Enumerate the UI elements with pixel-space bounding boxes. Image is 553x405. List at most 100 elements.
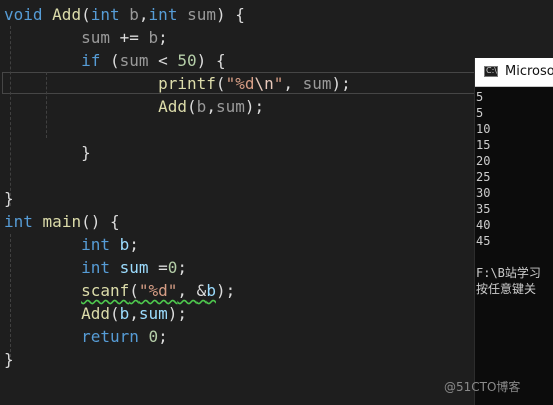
code-line[interactable]: printf("%d\n", sum);	[4, 72, 351, 95]
code-token: <	[148, 51, 178, 70]
console-output-line: 按任意键关	[476, 282, 537, 296]
code-token: int	[148, 5, 178, 24]
code-token: );	[215, 281, 236, 300]
code-token: );	[244, 97, 265, 116]
code-line[interactable]: if (sum < 50) {	[4, 49, 226, 72]
code-token: +=	[109, 28, 149, 47]
console-output: 5 5 10 15 20 25 30 35 40 45 F:\B站学习 按任意键关	[476, 89, 541, 297]
code-token: (	[100, 51, 120, 70]
code-token: int	[81, 258, 110, 277]
code-line[interactable]: }	[4, 348, 14, 371]
code-token: b	[119, 304, 130, 323]
code-token: sum	[215, 97, 245, 116]
code-line[interactable]: scanf("%d", &b);	[4, 279, 235, 302]
code-token: (	[215, 74, 226, 93]
console-output-line: 10	[476, 122, 491, 136]
code-token: 0	[167, 258, 178, 277]
console-output-line: 5	[476, 106, 484, 120]
code-token: (	[81, 5, 91, 24]
code-token: =	[148, 258, 168, 277]
code-token: int	[81, 235, 110, 254]
code-line[interactable]: return 0;	[4, 325, 168, 348]
code-line[interactable]: int sum =0;	[4, 256, 187, 279]
code-token: ;	[158, 327, 168, 346]
code-token: scanf	[81, 281, 130, 300]
code-token: main	[42, 212, 82, 231]
console-output-line: 30	[476, 186, 491, 200]
code-token: sum	[119, 258, 149, 277]
code-line[interactable]: int main() {	[4, 210, 120, 233]
code-token: 50	[177, 51, 197, 70]
code-token: void	[4, 5, 43, 24]
code-token: b	[196, 97, 207, 116]
console-output-line: 45	[476, 234, 491, 248]
code-token: ,	[129, 304, 139, 323]
code-token: }	[4, 350, 14, 369]
console-output-line: 40	[476, 218, 491, 232]
code-token: sum	[187, 5, 216, 24]
code-line[interactable]: Add(b,sum);	[4, 302, 187, 325]
code-line[interactable]: void Add(int b,int sum) {	[4, 3, 245, 26]
code-token: b	[148, 28, 159, 47]
code-line[interactable]: int b;	[4, 233, 139, 256]
code-token: b	[206, 281, 216, 300]
code-token: b	[119, 235, 130, 254]
console-output-line: F:\B站学习	[476, 266, 541, 280]
code-token: printf	[158, 74, 216, 93]
code-token: sum	[81, 28, 110, 47]
code-token: (	[109, 304, 120, 323]
code-token: \n	[254, 74, 274, 93]
code-token: (	[129, 281, 139, 300]
code-token: sum	[138, 304, 168, 323]
code-editor[interactable]: void Add(int b,int sum) { sum += b; if (…	[0, 0, 553, 405]
code-line[interactable]: Add(b,sum);	[4, 95, 264, 118]
code-token: int	[90, 5, 120, 24]
code-line[interactable]: }	[4, 141, 91, 164]
code-token: (	[187, 97, 197, 116]
code-token: "%d	[225, 74, 255, 93]
code-token: "%d"	[138, 281, 178, 300]
code-token: Add	[52, 5, 82, 24]
code-token: Add	[81, 304, 110, 323]
console-app-icon: C:\	[484, 66, 498, 77]
code-token: "	[273, 74, 284, 93]
console-output-line: 5	[476, 90, 484, 104]
watermark: @51CTO博客	[444, 380, 521, 394]
code-token: );	[167, 304, 188, 323]
code-token: if	[81, 51, 101, 70]
code-token: 0	[148, 327, 159, 346]
console-title-bar[interactable]: C:\ Microsoft Visual Studio 调试控制台	[475, 58, 553, 87]
code-token: sum	[302, 74, 332, 93]
code-token: return	[81, 327, 139, 346]
console-output-line: 35	[476, 202, 491, 216]
code-token: () {	[81, 212, 120, 231]
code-line[interactable]: sum += b;	[4, 26, 168, 49]
debug-console-window[interactable]: C:\ Microsoft Visual Studio 调试控制台 5 5 10 15…	[474, 58, 553, 405]
code-token: ;	[129, 235, 139, 254]
code-token: }	[4, 189, 14, 208]
code-token: ;	[177, 258, 188, 277]
code-token: int	[4, 212, 33, 231]
code-token: &	[196, 281, 207, 300]
code-token: ,	[206, 97, 216, 116]
code-token: );	[331, 74, 351, 93]
code-token: sum	[119, 51, 149, 70]
code-line[interactable]: }	[4, 187, 14, 210]
code-token: ) {	[196, 51, 226, 70]
code-token: ,	[177, 281, 197, 300]
console-output-line: 20	[476, 154, 491, 168]
